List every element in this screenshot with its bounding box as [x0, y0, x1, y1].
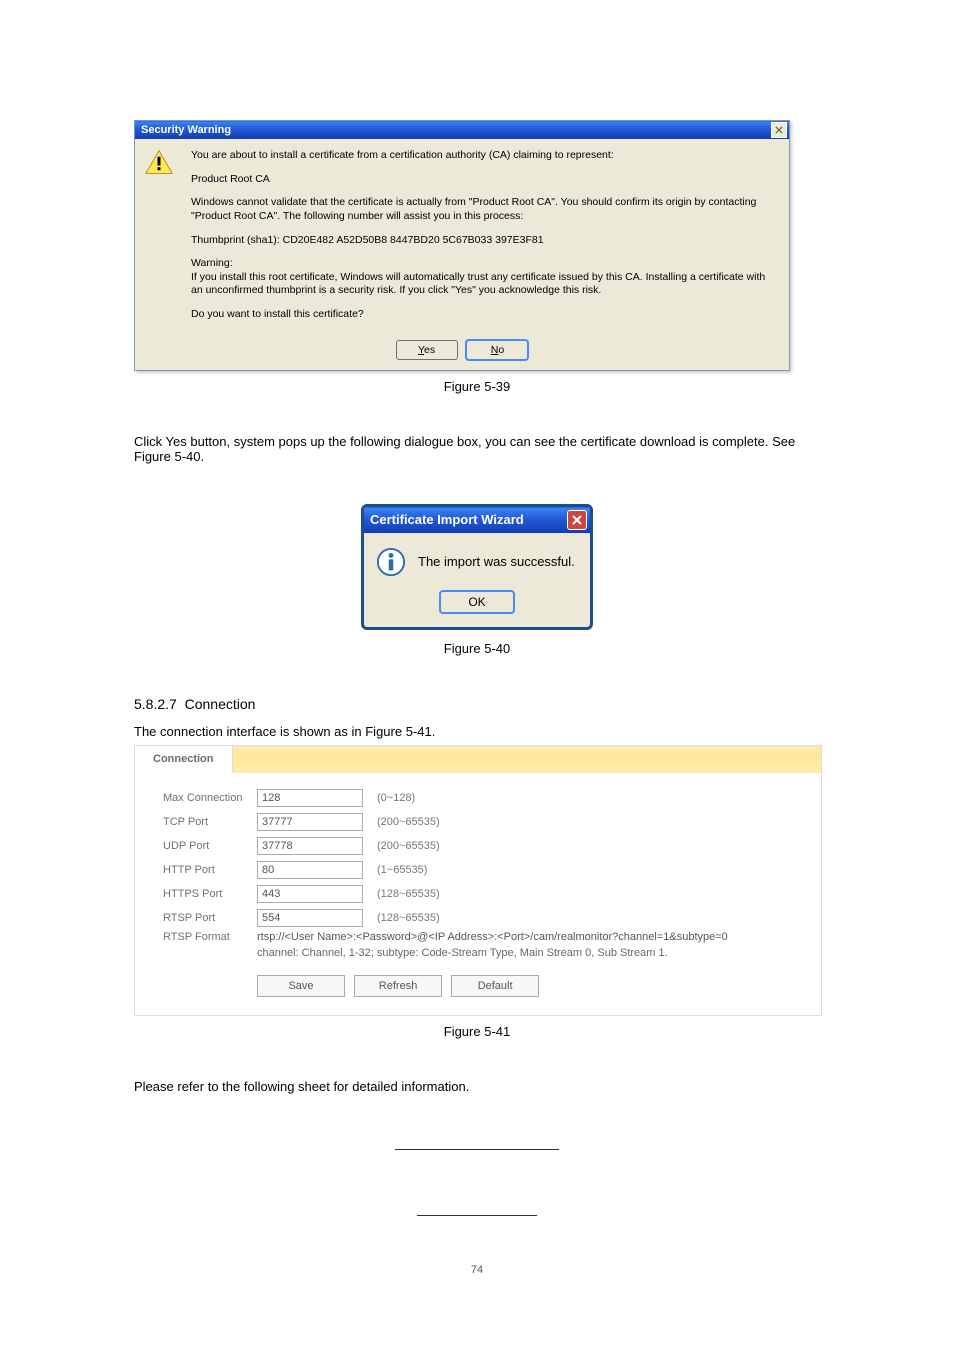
- paragraph: Click Yes button, system pops up the fol…: [134, 434, 820, 464]
- rtsp-format-line2: channel: Channel, 1-32; subtype: Code-St…: [257, 945, 821, 962]
- tcp-port-label: TCP Port: [163, 816, 257, 828]
- max-connection-input[interactable]: [257, 789, 363, 807]
- figure-caption-1: Figure 5-39: [134, 379, 820, 394]
- import-success-dialog: Certificate Import Wizard The import was…: [361, 504, 593, 630]
- udp-port-label: UDP Port: [163, 840, 257, 852]
- refresh-button[interactable]: Refresh: [354, 975, 442, 997]
- reference-table-hints: [134, 1132, 820, 1216]
- page-number: 74: [134, 1264, 820, 1276]
- rtsp-port-range: (128~65535): [377, 912, 440, 924]
- yes-button[interactable]: Yes: [396, 340, 458, 360]
- security-warning-title: Security Warning: [141, 124, 231, 136]
- connection-panel: Connection Max Connection (0~128) TCP Po…: [134, 745, 822, 1017]
- https-port-input[interactable]: [257, 885, 363, 903]
- import-success-message: The import was successful.: [418, 554, 575, 569]
- security-warning-dialog: Security Warning You are about to instal…: [134, 120, 790, 371]
- default-button[interactable]: Default: [451, 975, 539, 997]
- max-connection-range: (0~128): [377, 792, 415, 804]
- close-icon[interactable]: [771, 122, 787, 138]
- ok-button[interactable]: OK: [440, 591, 514, 613]
- rtsp-port-input[interactable]: [257, 909, 363, 927]
- import-dialog-title: Certificate Import Wizard: [370, 512, 524, 527]
- close-icon[interactable]: [567, 510, 587, 530]
- figure-caption-3: Figure 5-41: [134, 1024, 820, 1039]
- section-heading: 5.8.2.7 Connection: [134, 696, 820, 712]
- http-port-range: (1~65535): [377, 864, 427, 876]
- no-button[interactable]: No: [466, 340, 528, 360]
- warning-icon: [145, 149, 173, 175]
- https-port-label: HTTPS Port: [163, 888, 257, 900]
- tcp-port-range: (200~65535): [377, 816, 440, 828]
- tab-connection[interactable]: Connection: [135, 746, 233, 773]
- figure-caption-2: Figure 5-40: [134, 641, 820, 656]
- http-port-input[interactable]: [257, 861, 363, 879]
- rtsp-format-label: RTSP Format: [163, 931, 257, 943]
- info-icon: [376, 547, 406, 577]
- paragraph: Please refer to the following sheet for …: [134, 1079, 820, 1094]
- max-connection-label: Max Connection: [163, 792, 257, 804]
- http-port-label: HTTP Port: [163, 864, 257, 876]
- rtsp-format-line1: rtsp://<User Name>:<Password>@<IP Addres…: [257, 931, 728, 943]
- rtsp-port-label: RTSP Port: [163, 912, 257, 924]
- udp-port-range: (200~65535): [377, 840, 440, 852]
- paragraph: The connection interface is shown as in …: [134, 724, 820, 739]
- https-port-range: (128~65535): [377, 888, 440, 900]
- security-warning-text: You are about to install a certificate f…: [191, 149, 779, 332]
- udp-port-input[interactable]: [257, 837, 363, 855]
- tcp-port-input[interactable]: [257, 813, 363, 831]
- save-button[interactable]: Save: [257, 975, 345, 997]
